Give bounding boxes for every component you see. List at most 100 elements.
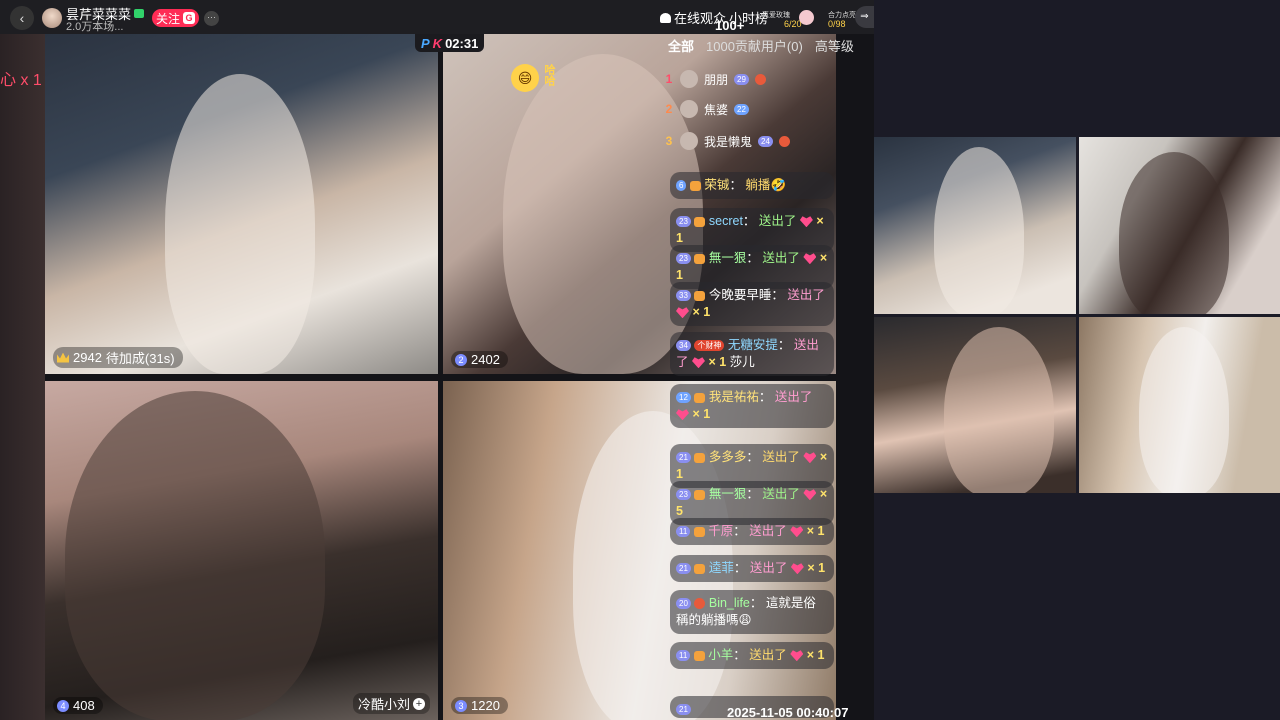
chat-message: 34 个财神 无糖安提： 送出了 × 1 莎儿 bbox=[670, 332, 834, 376]
chat-message: 33 今晚要早睡： 送出了 × 1 bbox=[670, 282, 834, 326]
tile-score: 2942 待加成(31s) bbox=[53, 347, 183, 368]
gift-count: × 1 bbox=[806, 648, 825, 662]
chat-user[interactable]: Bin_life bbox=[709, 596, 750, 610]
fan-badge-icon bbox=[694, 563, 706, 574]
gift-recipient: 莎儿 bbox=[729, 355, 755, 369]
v-badge-icon bbox=[754, 73, 766, 85]
tab-contributors[interactable]: 1000贡献用户(0) bbox=[706, 36, 803, 55]
rank-badge: 4 bbox=[57, 699, 69, 712]
avatar bbox=[680, 70, 698, 88]
tile-score: 3 1220 bbox=[451, 697, 508, 714]
top-fan-row[interactable]: 3 我是懒鬼 24 bbox=[664, 128, 834, 154]
gift-count: × 1 bbox=[806, 524, 825, 538]
preview-panel bbox=[874, 0, 1280, 720]
chat-user[interactable]: 千原 bbox=[708, 524, 733, 538]
chat-user[interactable]: 無一狠 bbox=[709, 487, 747, 501]
host-stats: 2.0万本场... bbox=[66, 21, 124, 33]
score-value: 2942 bbox=[73, 350, 102, 365]
collapse-arrow-icon[interactable]: ⇒ bbox=[855, 6, 874, 28]
host-avatar[interactable] bbox=[42, 8, 62, 28]
follow-g-icon: G bbox=[183, 12, 196, 24]
preview-tile-4[interactable] bbox=[1079, 317, 1280, 493]
rose-gift-icon[interactable] bbox=[799, 10, 814, 25]
chat-user[interactable]: 多多多 bbox=[709, 450, 747, 464]
fan-badge-icon bbox=[693, 526, 705, 537]
stream-header: ‹ 昙芹菜菜菜 2.0万本场... 关注 G ··· 在线观众 小时榜 100+ … bbox=[0, 0, 874, 34]
more-options-icon[interactable]: ··· bbox=[204, 11, 219, 26]
chat-panel: 全部 1000贡献用户(0) 高等级 1 朋朋 29 2 焦婆 22 3 我是懒… bbox=[664, 34, 874, 720]
gift-count: × 1 bbox=[708, 355, 727, 369]
crown-icon bbox=[57, 352, 69, 363]
chat-user[interactable]: 小羊 bbox=[708, 648, 733, 662]
rank-badge: 3 bbox=[455, 699, 467, 712]
heart-gift-icon bbox=[803, 489, 817, 501]
preview-tile-3[interactable] bbox=[874, 317, 1076, 493]
emoji-icon: 😩 bbox=[738, 613, 752, 627]
level-badge: 22 bbox=[734, 103, 749, 115]
level-badge: 6 bbox=[676, 180, 687, 192]
level-badge: 21 bbox=[676, 563, 691, 575]
pk-countdown: 02:31 bbox=[445, 35, 479, 51]
level-badge: 34 bbox=[676, 340, 691, 352]
tab-all[interactable]: 全部 bbox=[668, 36, 694, 55]
gift-count: × 1 bbox=[692, 305, 711, 319]
chat-message: 12 我是祐祐： 送出了 × 1 bbox=[670, 384, 834, 428]
fan-badge-icon bbox=[694, 253, 706, 264]
chat-user[interactable]: 今晚要早睡 bbox=[709, 288, 772, 302]
level-badge: 11 bbox=[676, 650, 691, 662]
chat-user[interactable]: 逵菲 bbox=[709, 561, 734, 575]
wealth-badge: 个财神 bbox=[694, 340, 725, 352]
emoji-icon: 🤣 bbox=[770, 178, 787, 192]
emoji-text: 哈哈 bbox=[543, 64, 555, 86]
level-badge: 33 bbox=[676, 290, 691, 302]
top-fan-row[interactable]: 2 焦婆 22 bbox=[664, 96, 834, 122]
follow-plus-icon[interactable]: + bbox=[413, 697, 425, 710]
chat-message: 20 Bin_life： 這就是俗稱的躺播嗎😩 bbox=[670, 590, 834, 634]
chat-text: 送出了 bbox=[762, 450, 800, 464]
v-badge-icon bbox=[778, 135, 790, 147]
streamer-name-tag[interactable]: 冷酷小刘 + bbox=[352, 693, 430, 714]
chat-text: 送出了 bbox=[758, 214, 797, 228]
chat-user[interactable]: 荣铖 bbox=[704, 178, 729, 192]
preview-tile-1[interactable] bbox=[874, 137, 1076, 314]
heart-gift-icon bbox=[799, 216, 813, 228]
live-stage: 心 x 1 2942 待加成(31s) 😄 哈哈 2 2402 4 408 冷酷… bbox=[0, 0, 874, 720]
score-value: 408 bbox=[73, 698, 95, 713]
fan-badge-icon bbox=[694, 290, 706, 301]
chat-text: 送出了 bbox=[787, 288, 825, 302]
pk-tile-1[interactable]: 2942 待加成(31s) bbox=[45, 34, 438, 374]
back-arrow-icon[interactable]: ‹ bbox=[10, 6, 34, 30]
combo-progress: 0/98 bbox=[828, 19, 846, 29]
tile-score: 4 408 bbox=[53, 697, 103, 714]
chat-message: 21 逵菲： 送出了 × 1 bbox=[670, 555, 834, 582]
pk-tile-3[interactable]: 4 408 冷酷小刘 + bbox=[45, 381, 438, 720]
heart-gift-icon bbox=[676, 409, 689, 421]
follow-button[interactable]: 关注 G bbox=[152, 9, 200, 27]
chat-user[interactable]: 无糖安提 bbox=[728, 338, 778, 352]
tab-high-level[interactable]: 高等级 bbox=[815, 36, 854, 55]
top-fan-row[interactable]: 1 朋朋 29 bbox=[664, 66, 834, 92]
streamer-name: 冷酷小刘 bbox=[357, 697, 410, 712]
follow-label: 关注 bbox=[156, 11, 181, 26]
chat-user[interactable]: secret bbox=[709, 214, 743, 228]
fan-badge-icon bbox=[689, 180, 701, 191]
fan-rank: 2 bbox=[665, 102, 673, 116]
preview-tile-2[interactable] bbox=[1079, 137, 1280, 314]
heart-gift-icon bbox=[692, 357, 705, 369]
level-badge: 21 bbox=[676, 452, 691, 464]
chat-user[interactable]: 無一狠 bbox=[709, 251, 747, 265]
heart-gift-icon bbox=[790, 526, 804, 538]
score-status: 待加成(31s) bbox=[105, 351, 175, 366]
fan-badge-icon bbox=[694, 489, 706, 500]
fan-badge-icon bbox=[694, 452, 706, 463]
score-value: 2402 bbox=[471, 352, 500, 367]
fan-name: 我是懒鬼 bbox=[704, 134, 753, 149]
heart-gift-icon bbox=[790, 650, 804, 662]
heart-gift-icon bbox=[803, 253, 817, 265]
chat-user[interactable]: 我是祐祐 bbox=[709, 390, 759, 404]
chat-message: 11 小羊： 送出了 × 1 bbox=[670, 642, 834, 669]
streamer-figure bbox=[1139, 327, 1229, 493]
pk-k-letter: K bbox=[432, 35, 443, 51]
pk-p-letter: P bbox=[421, 35, 430, 51]
heart-gift-icon bbox=[676, 307, 689, 319]
